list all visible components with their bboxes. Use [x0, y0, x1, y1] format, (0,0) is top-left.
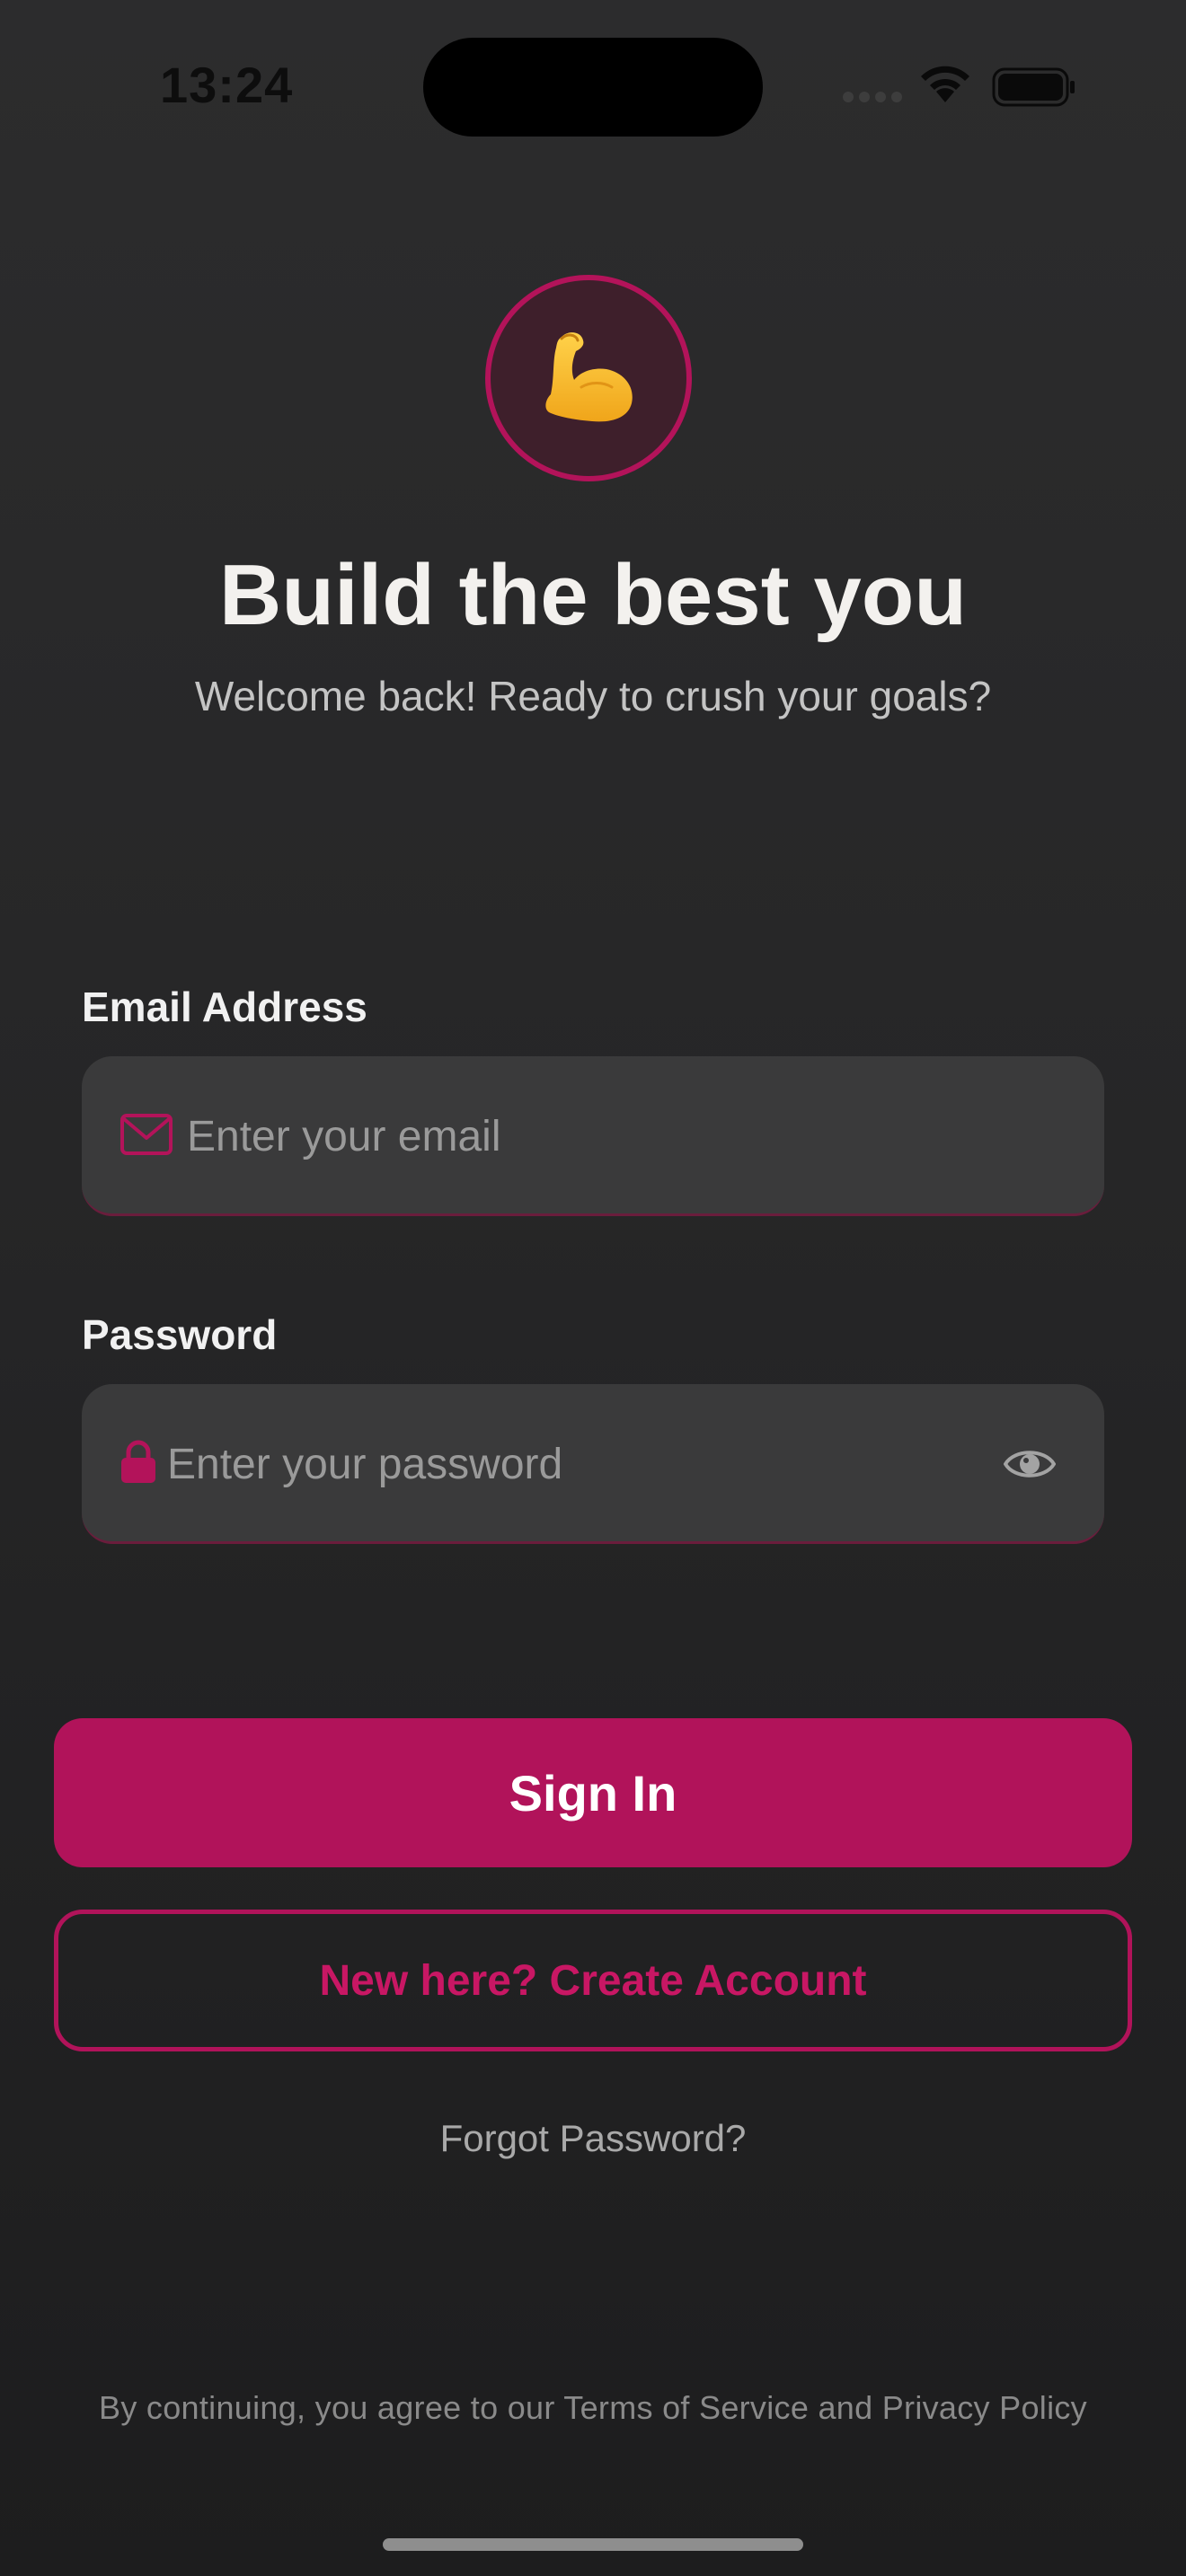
- password-input[interactable]: [167, 1384, 958, 1544]
- email-field-container[interactable]: [82, 1056, 1104, 1216]
- terms-text: By continuing, you agree to our Terms of…: [99, 2389, 1087, 2426]
- sign-in-button[interactable]: Sign In: [54, 1718, 1132, 1867]
- app-logo: [485, 275, 692, 481]
- envelope-icon: [120, 1114, 173, 1155]
- flexed-biceps-icon: [545, 332, 633, 422]
- battery-icon: [992, 67, 1075, 107]
- cellular-signal-icon: [843, 92, 902, 102]
- wifi-icon: [921, 66, 969, 102]
- home-indicator[interactable]: [383, 2538, 803, 2551]
- email-input[interactable]: [187, 1056, 1067, 1216]
- eye-icon[interactable]: [1004, 1445, 1056, 1483]
- dynamic-island: [423, 38, 763, 137]
- create-account-button[interactable]: New here? Create Account: [54, 1910, 1132, 2051]
- page-subtitle: Welcome back! Ready to crush your goals?: [194, 673, 992, 719]
- password-label: Password: [82, 1311, 278, 1358]
- email-label: Email Address: [82, 984, 367, 1030]
- password-field-container[interactable]: [82, 1384, 1104, 1544]
- status-time: 13:24: [160, 57, 294, 113]
- page-title: Build the best you: [218, 547, 968, 643]
- lock-icon: [121, 1440, 155, 1483]
- forgot-password-link[interactable]: Forgot Password?: [0, 2117, 1186, 2160]
